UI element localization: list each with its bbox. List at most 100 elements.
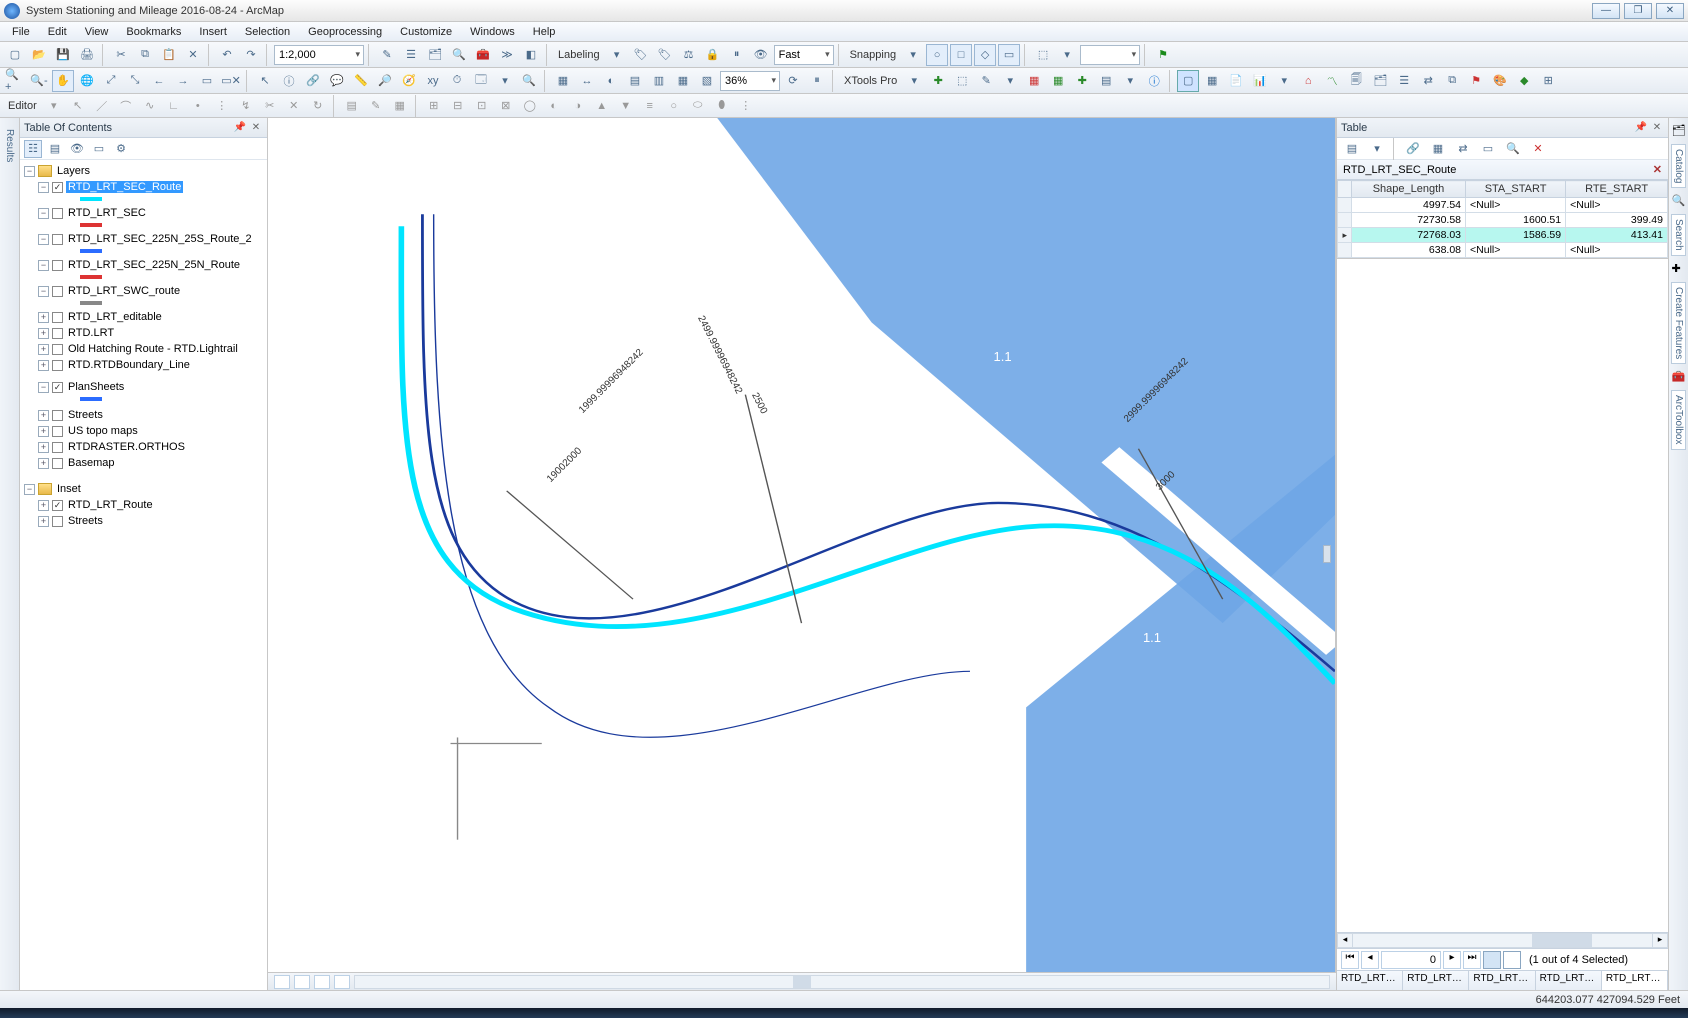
table-dropdown-icon[interactable]: ▾ xyxy=(1366,138,1388,160)
menu-file[interactable]: File xyxy=(4,24,38,40)
close-panel-icon[interactable]: ✕ xyxy=(249,121,263,135)
layer-node[interactable]: +RTD.LRT xyxy=(38,325,265,341)
label-priority-icon[interactable]: 🏷 xyxy=(654,44,676,66)
expand-icon[interactable]: + xyxy=(38,500,49,511)
edit-vertex-icon[interactable]: ⋮ xyxy=(211,95,233,117)
cell[interactable]: 413.41 xyxy=(1566,228,1668,243)
attr-icon[interactable]: ▤ xyxy=(341,95,363,117)
xtools-label[interactable]: XTools Pro xyxy=(840,75,901,87)
visibility-checkbox[interactable] xyxy=(52,382,63,393)
create-viewer-icon[interactable]: 🗔 xyxy=(470,70,492,92)
open-icon[interactable]: 📂 xyxy=(28,44,50,66)
magnifier-icon[interactable]: 🔍 xyxy=(518,70,540,92)
pin-icon[interactable]: 📌 xyxy=(1634,121,1648,135)
edit-straight-icon[interactable]: ／ xyxy=(91,95,113,117)
switch-selection-icon[interactable]: ⇄ xyxy=(1452,138,1474,160)
refresh-view-icon[interactable] xyxy=(314,975,330,989)
expand-icon[interactable]: + xyxy=(38,516,49,527)
docs-icon[interactable]: 🗐 xyxy=(1345,70,1367,92)
delete-selected-icon[interactable]: ✕ xyxy=(1527,138,1549,160)
topo-8-icon[interactable]: ▲ xyxy=(591,95,613,117)
visibility-checkbox[interactable] xyxy=(52,410,63,421)
options-icon[interactable]: ⚙ xyxy=(112,140,130,158)
first-record-icon[interactable]: ⏮ xyxy=(1341,951,1359,969)
pin-icon[interactable]: 📌 xyxy=(233,121,247,135)
viewer-dropdown-icon[interactable]: ▾ xyxy=(494,70,516,92)
table-row[interactable]: 72730.581600.51399.49 xyxy=(1338,213,1668,228)
expand-icon[interactable]: + xyxy=(38,312,49,323)
redo-icon[interactable]: ↷ xyxy=(240,44,262,66)
table-row[interactable]: 72768.031586.59413.41 xyxy=(1338,228,1668,243)
grip-icon[interactable]: ⋮ xyxy=(735,95,757,117)
table-tab[interactable]: RTD_LRT_S... xyxy=(1337,971,1403,990)
toc-icon[interactable]: ☰ xyxy=(400,44,422,66)
refresh-icon[interactable]: ⟳ xyxy=(782,70,804,92)
topo-10-icon[interactable]: ≡ xyxy=(639,95,661,117)
menu-insert[interactable]: Insert xyxy=(191,24,235,40)
search-icon[interactable]: 🔍 xyxy=(1672,194,1686,208)
layout-view-icon[interactable] xyxy=(294,975,310,989)
layer-node[interactable]: +US topo maps xyxy=(38,423,265,439)
georef-icon[interactable]: ⬚ xyxy=(1032,44,1054,66)
snap-vertex-icon[interactable]: ◇ xyxy=(974,44,996,66)
label-weight-icon[interactable]: ⚖ xyxy=(678,44,700,66)
table-icon[interactable]: ▦ xyxy=(1201,70,1223,92)
visibility-checkbox[interactable] xyxy=(52,426,63,437)
tree-icon[interactable]: ⊞ xyxy=(1537,70,1559,92)
pause-draw-icon[interactable]: ⏸ xyxy=(806,70,828,92)
create-features-tab[interactable]: Create Features xyxy=(1671,282,1686,364)
row-selector[interactable] xyxy=(1338,198,1352,213)
expand-icon[interactable]: − xyxy=(38,382,49,393)
report-icon[interactable]: 📄 xyxy=(1225,70,1247,92)
xtools-7-icon[interactable]: ✚ xyxy=(1071,70,1093,92)
edit-reshape-icon[interactable]: ↯ xyxy=(235,95,257,117)
scroll-thumb[interactable] xyxy=(793,976,811,988)
snap-edge-icon[interactable]: ▭ xyxy=(998,44,1020,66)
topo-4-icon[interactable]: ⊠ xyxy=(495,95,517,117)
new-icon[interactable]: ▢ xyxy=(4,44,26,66)
find-icon[interactable]: 🔎 xyxy=(374,70,396,92)
show-selected-icon[interactable] xyxy=(1503,951,1521,969)
expand-icon[interactable]: + xyxy=(38,328,49,339)
search-window-icon[interactable]: 🔍 xyxy=(448,44,470,66)
expand-icon[interactable]: + xyxy=(38,360,49,371)
xtools-3-icon[interactable]: ✎ xyxy=(975,70,997,92)
rows-icon[interactable]: ☰ xyxy=(1393,70,1415,92)
cell[interactable]: 399.49 xyxy=(1566,213,1668,228)
toc-tree[interactable]: − Layers −RTD_LRT_SEC_Route−RTD_LRT_SEC−… xyxy=(20,160,267,990)
effects-icon[interactable]: ▦ xyxy=(552,70,574,92)
layer-grid4-icon[interactable]: ▧ xyxy=(696,70,718,92)
undo-icon[interactable]: ↶ xyxy=(216,44,238,66)
label-mode-combo[interactable]: Fast xyxy=(774,45,834,65)
goto-xy-icon[interactable]: xy xyxy=(422,70,444,92)
maximize-button[interactable]: ❐ xyxy=(1624,3,1652,19)
table-tab[interactable]: RTD_LRT_e... xyxy=(1403,971,1469,990)
table-tab-active[interactable]: RTD_LRT_S... xyxy=(1602,971,1668,990)
fixed-zoom-out-icon[interactable]: ⤡ xyxy=(124,70,146,92)
menu-selection[interactable]: Selection xyxy=(237,24,298,40)
close-table-icon[interactable]: ✕ xyxy=(1653,163,1662,176)
topo-9-icon[interactable]: ▼ xyxy=(615,95,637,117)
pan-icon[interactable]: ✋ xyxy=(52,70,74,92)
close-panel-icon[interactable]: ✕ xyxy=(1650,121,1664,135)
cut-icon[interactable]: ✂ xyxy=(110,44,132,66)
scale-combo[interactable]: 1:2,000 xyxy=(274,45,364,65)
create-feat-icon[interactable]: ▦ xyxy=(389,95,411,117)
label-tool-icon[interactable]: 🏷 xyxy=(630,44,652,66)
save-icon[interactable]: 💾 xyxy=(52,44,74,66)
clear-selection-icon[interactable]: ▭ xyxy=(1477,138,1499,160)
minimize-button[interactable]: — xyxy=(1592,3,1620,19)
expand-icon[interactable]: − xyxy=(38,260,49,271)
cell[interactable]: 72768.03 xyxy=(1352,228,1466,243)
bluebox-icon[interactable]: ▢ xyxy=(1177,70,1199,92)
table-tab[interactable]: RTD_LRT_S... xyxy=(1536,971,1602,990)
topo-5-icon[interactable]: ◯ xyxy=(519,95,541,117)
xtools-4-icon[interactable]: ▾ xyxy=(999,70,1021,92)
layer-node[interactable]: +Old Hatching Route - RTD.Lightrail xyxy=(38,341,265,357)
edit-cut-icon[interactable]: ✂ xyxy=(259,95,281,117)
table-options-icon[interactable]: ▤ xyxy=(1341,138,1363,160)
collapse-icon[interactable]: − xyxy=(24,166,35,177)
topo-1-icon[interactable]: ⊞ xyxy=(423,95,445,117)
fixed-zoom-in-icon[interactable]: ⤢ xyxy=(100,70,122,92)
menu-view[interactable]: View xyxy=(77,24,117,40)
